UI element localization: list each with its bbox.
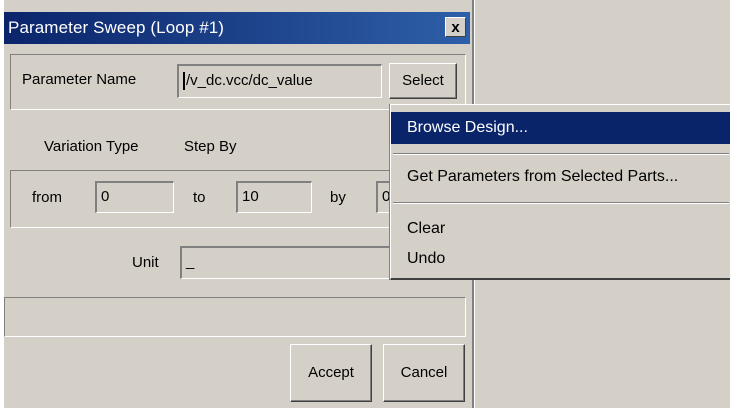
window-title: Parameter Sweep (Loop #1)	[8, 18, 225, 37]
from-field[interactable]: 0	[95, 181, 174, 213]
menu-item-browse-design[interactable]: Browse Design...	[391, 112, 730, 144]
left-edge	[0, 0, 4, 408]
parameter-name-value: /v_dc.vcc/dc_value	[186, 72, 313, 89]
variation-type-label: Variation Type	[44, 138, 139, 155]
by-label: by	[330, 189, 346, 206]
menu-separator	[393, 153, 729, 155]
unit-field[interactable]: _	[180, 246, 395, 279]
parameter-name-label: Parameter Name	[22, 71, 137, 88]
unit-label: Unit	[132, 254, 159, 271]
variation-type-select[interactable]: Step By	[180, 130, 395, 163]
to-field[interactable]: 10	[236, 181, 312, 213]
to-label: to	[193, 189, 206, 206]
close-icon: x	[451, 19, 460, 36]
menu-separator	[393, 202, 729, 204]
menu-item-get-parameters[interactable]: Get Parameters from Selected Parts...	[391, 161, 730, 193]
status-bar	[4, 297, 466, 337]
menu-item-clear[interactable]: Clear	[391, 213, 730, 245]
select-context-menu: Browse Design... Get Parameters from Sel…	[390, 104, 730, 280]
title-bar[interactable]: Parameter Sweep (Loop #1) x	[4, 12, 470, 44]
close-button[interactable]: x	[445, 17, 466, 37]
cancel-button[interactable]: Cancel	[383, 344, 465, 402]
select-button[interactable]: Select	[389, 63, 457, 99]
parameter-name-field[interactable]: /v_dc.vcc/dc_value	[177, 64, 382, 98]
from-label: from	[32, 189, 62, 206]
text-caret	[183, 72, 185, 91]
accept-button[interactable]: Accept	[290, 344, 372, 402]
menu-item-undo[interactable]: Undo	[391, 243, 730, 275]
